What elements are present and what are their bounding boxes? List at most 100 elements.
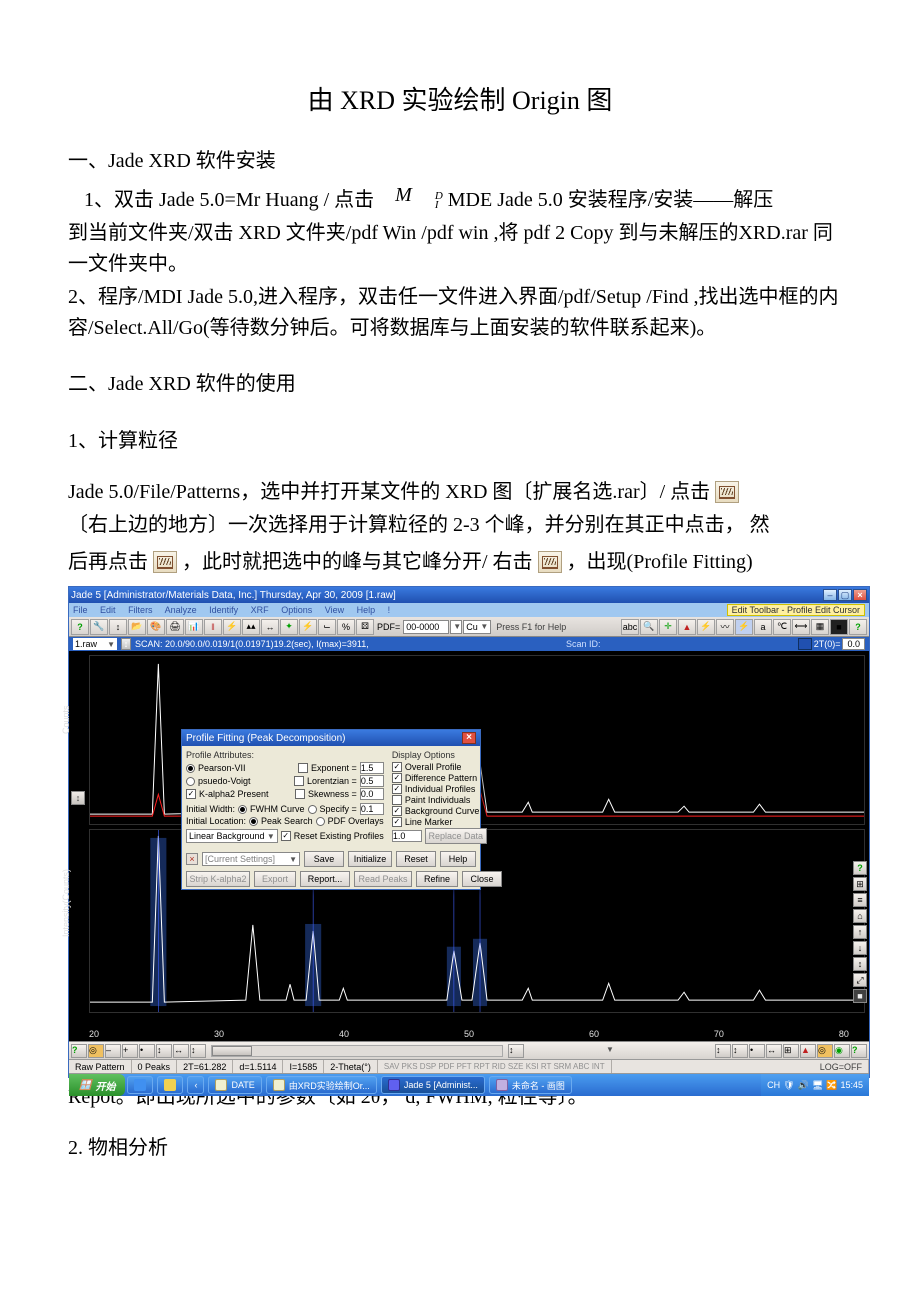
pdf-input[interactable]: 00-0000 — [403, 620, 449, 634]
paint-icon[interactable]: 🎨 — [147, 619, 165, 635]
status-grid-icon[interactable]: ↕ — [190, 1044, 206, 1058]
lorentzian-check[interactable] — [294, 776, 304, 786]
status-target-icon[interactable]: ◎ — [88, 1044, 104, 1058]
status-c-icon[interactable]: • — [749, 1044, 765, 1058]
report-button[interactable]: Report... — [300, 871, 350, 887]
status-minus-icon[interactable]: – — [105, 1044, 121, 1058]
menu-filters[interactable]: Filters — [128, 605, 153, 615]
percent-icon[interactable]: % — [337, 619, 355, 635]
status-f-icon[interactable]: ▲ — [800, 1044, 816, 1058]
side-up-icon[interactable]: ↑ — [853, 925, 867, 939]
system-tray[interactable]: CH 🛡 🔊 🖥 🔀 15:45 — [761, 1074, 869, 1096]
paint-check[interactable] — [392, 795, 402, 805]
indiv-check[interactable] — [392, 784, 402, 794]
label-icon[interactable]: a — [754, 619, 772, 635]
profile-cursor-selected-icon[interactable]: ⚡ — [735, 619, 753, 635]
peak-icon[interactable]: ▲ — [678, 619, 696, 635]
bgcurve-check[interactable] — [392, 806, 402, 816]
diff-check[interactable] — [392, 773, 402, 783]
anode-dropdown-arrow[interactable]: ▼ — [450, 620, 462, 634]
menu-options[interactable]: Options — [281, 605, 312, 615]
tray-icon[interactable]: 🔀 — [826, 1080, 837, 1091]
task-paint[interactable]: 未命名 - 画图 — [489, 1076, 572, 1094]
random-icon[interactable]: ⚄ — [356, 619, 374, 635]
fwhm-radio[interactable] — [238, 805, 247, 814]
dialog-close-button[interactable]: × — [462, 732, 476, 744]
resetprofiles-check[interactable] — [281, 831, 291, 841]
status-b-icon[interactable]: ↕ — [732, 1044, 748, 1058]
status-dot-icon[interactable]: • — [139, 1044, 155, 1058]
menu-bang[interactable]: ! — [388, 605, 391, 615]
pearson-radio[interactable] — [186, 764, 195, 773]
bg-icon[interactable]: 〰 — [716, 619, 734, 635]
reset-button[interactable]: Reset — [396, 851, 436, 867]
task-shield-icon[interactable]: ‹ — [187, 1076, 204, 1094]
export-button[interactable]: Export — [254, 871, 296, 887]
graph-icon[interactable]: ▦ — [811, 619, 829, 635]
status-plus-icon[interactable]: + — [122, 1044, 138, 1058]
specify-radio[interactable] — [308, 805, 317, 814]
anode-dropdown[interactable]: Cu▼ — [463, 620, 491, 634]
zoom-icon[interactable]: 🔍 — [640, 619, 658, 635]
status-combo[interactable]: ▼ — [606, 1044, 714, 1058]
overall-check[interactable] — [392, 762, 402, 772]
bars-icon[interactable]: ‖ — [204, 619, 222, 635]
tool-icon[interactable]: 🔧 — [90, 619, 108, 635]
menu-identify[interactable]: Identify — [209, 605, 238, 615]
lang-indicator[interactable]: CH — [767, 1080, 780, 1090]
strip-button[interactable]: Strip K-alpha2 — [186, 871, 250, 887]
ruler-icon[interactable]: ℃ — [773, 619, 791, 635]
side-fit-icon[interactable]: ⊞ — [853, 877, 867, 891]
tray-icon[interactable]: 🔊 — [798, 1080, 809, 1091]
maximize-button[interactable]: ▢ — [838, 589, 852, 601]
print-icon[interactable]: 🖨 — [166, 619, 184, 635]
menu-help[interactable]: Help — [357, 605, 376, 615]
side-down-icon[interactable]: ↓ — [853, 941, 867, 955]
lorentzian-input[interactable] — [360, 775, 384, 787]
side-zoom-icon[interactable]: ≡ — [853, 893, 867, 907]
split-handle-icon[interactable]: ↕ — [71, 791, 85, 805]
side-home-icon[interactable]: ⌂ — [853, 909, 867, 923]
status-ltr-icon[interactable]: ↔ — [173, 1044, 189, 1058]
close-button-dlg[interactable]: Close — [462, 871, 502, 887]
side-stop-icon[interactable]: ■ — [853, 989, 867, 1003]
open-icon[interactable]: 📂 — [128, 619, 146, 635]
status-a-icon[interactable]: ↕ — [715, 1044, 731, 1058]
pdfoverlays-radio[interactable] — [316, 817, 325, 826]
task-explorer-icon[interactable] — [157, 1076, 183, 1094]
initialize-button[interactable]: Initialize — [348, 851, 392, 867]
skewness-check[interactable] — [295, 789, 305, 799]
range-icon[interactable]: ↔ — [261, 619, 279, 635]
save-button[interactable]: Save — [304, 851, 344, 867]
profile-edit-icon[interactable]: ⚡ — [697, 619, 715, 635]
status-h-icon[interactable]: ◉ — [834, 1044, 850, 1058]
status-updown-icon[interactable]: ↕ — [156, 1044, 172, 1058]
pseudo-radio[interactable] — [186, 777, 195, 786]
marker-icon[interactable]: ✦ — [280, 619, 298, 635]
menu-analyze[interactable]: Analyze — [165, 605, 197, 615]
peaks-icon[interactable]: ▴▴ — [242, 619, 260, 635]
help-button[interactable]: Help — [440, 851, 476, 867]
tray-icon[interactable]: 🛡 — [783, 1080, 794, 1091]
peaksearch-radio[interactable] — [249, 817, 258, 826]
readpeaks-button[interactable]: Read Peaks — [354, 871, 412, 887]
menu-view[interactable]: View — [325, 605, 344, 615]
updown-icon[interactable]: ↕ — [109, 619, 127, 635]
exponent-check[interactable] — [298, 763, 308, 773]
replace-input[interactable] — [392, 830, 422, 842]
help-icon[interactable]: ? — [71, 619, 89, 635]
text-icon[interactable]: abc — [621, 619, 639, 635]
range-icon-2[interactable]: ⟷ — [792, 619, 810, 635]
file-dropdown[interactable]: 1.raw▼ — [73, 638, 117, 650]
chart-icon[interactable]: 📊 — [185, 619, 203, 635]
task-jade[interactable]: Jade 5 [Administ... — [381, 1076, 485, 1094]
status-g-icon[interactable]: ◎ — [817, 1044, 833, 1058]
specify-input[interactable] — [360, 803, 384, 815]
status-d-icon[interactable]: ↔ — [766, 1044, 782, 1058]
side-expand-icon[interactable]: ⤢ — [853, 973, 867, 987]
spin-icon[interactable]: ↕ — [121, 638, 131, 650]
start-button[interactable]: 🪟开始 — [69, 1074, 125, 1096]
twotheta-icon[interactable] — [798, 638, 812, 650]
status-help-icon[interactable]: ? — [71, 1044, 87, 1058]
kalpha2-check[interactable] — [186, 789, 196, 799]
